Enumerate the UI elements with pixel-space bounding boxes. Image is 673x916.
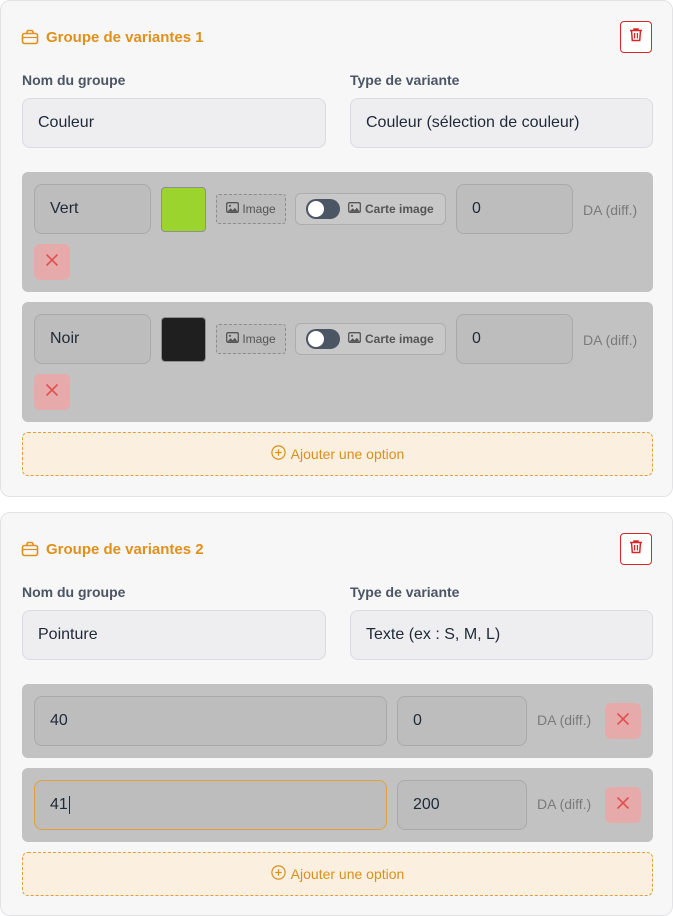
carte-image-toggle-button[interactable]: Carte image bbox=[295, 323, 446, 355]
option-name-input[interactable]: Noir bbox=[34, 314, 151, 364]
remove-option-button[interactable] bbox=[34, 374, 70, 410]
trash-icon bbox=[629, 539, 643, 559]
option-row: Vert Image Carte image 0 DA (diff.) bbox=[22, 172, 653, 292]
remove-option-button[interactable] bbox=[605, 787, 641, 823]
delete-group-button[interactable] bbox=[620, 21, 652, 53]
color-swatch[interactable] bbox=[161, 317, 206, 362]
group-name-label: Nom du groupe bbox=[22, 72, 126, 88]
close-icon bbox=[616, 712, 630, 731]
group-title-text: Groupe de variantes 2 bbox=[46, 540, 204, 558]
plus-circle-icon bbox=[270, 865, 286, 883]
toggle-switch[interactable] bbox=[306, 199, 340, 219]
close-icon bbox=[45, 253, 59, 272]
price-input[interactable]: 0 bbox=[456, 314, 573, 364]
plus-circle-icon bbox=[270, 445, 286, 463]
group-name-input[interactable]: Pointure bbox=[22, 610, 326, 660]
option-name-input[interactable]: Vert bbox=[34, 184, 151, 234]
price-input[interactable]: 200 bbox=[397, 780, 527, 830]
image-icon bbox=[348, 332, 361, 346]
group-title-text: Groupe de variantes 1 bbox=[46, 28, 204, 46]
price-input[interactable]: 0 bbox=[397, 696, 527, 746]
option-name-input[interactable]: 41 bbox=[34, 780, 387, 830]
image-icon bbox=[226, 202, 240, 216]
price-input[interactable]: 0 bbox=[456, 184, 573, 234]
option-row: 40 0 DA (diff.) bbox=[22, 684, 653, 758]
group-title: Groupe de variantes 2 bbox=[21, 539, 204, 559]
trash-icon bbox=[629, 27, 643, 47]
price-unit-label: DA (diff.) bbox=[583, 332, 638, 348]
carte-image-toggle-button[interactable]: Carte image bbox=[295, 193, 446, 225]
price-unit-label: DA (diff.) bbox=[537, 796, 592, 812]
variant-type-label: Type de variante bbox=[350, 584, 460, 600]
group-name-label: Nom du groupe bbox=[22, 584, 126, 600]
image-icon bbox=[226, 332, 240, 346]
text-caret bbox=[68, 796, 70, 814]
option-row: 41 200 DA (diff.) bbox=[22, 768, 653, 842]
group-name-input[interactable]: Couleur bbox=[22, 98, 326, 148]
color-swatch[interactable] bbox=[161, 187, 206, 232]
close-icon bbox=[45, 383, 59, 402]
delete-group-button[interactable] bbox=[620, 533, 652, 565]
toggle-switch[interactable] bbox=[306, 329, 340, 349]
remove-option-button[interactable] bbox=[34, 244, 70, 280]
close-icon bbox=[616, 796, 630, 815]
image-upload-button[interactable]: Image bbox=[216, 194, 286, 224]
remove-option-button[interactable] bbox=[605, 703, 641, 739]
variant-type-select[interactable]: Couleur (sélection de couleur) bbox=[350, 98, 653, 148]
image-icon bbox=[348, 202, 361, 216]
briefcase-icon bbox=[21, 541, 39, 557]
price-unit-label: DA (diff.) bbox=[583, 202, 638, 218]
add-option-button[interactable]: Ajouter une option bbox=[22, 432, 653, 476]
option-row: Noir Image Carte image 0 DA (diff.) bbox=[22, 302, 653, 422]
add-option-button[interactable]: Ajouter une option bbox=[22, 852, 653, 896]
variant-group-2: Groupe de variantes 2 Nom du groupe Type… bbox=[0, 512, 673, 916]
group-title: Groupe de variantes 1 bbox=[21, 27, 204, 47]
image-upload-button[interactable]: Image bbox=[216, 324, 286, 354]
variant-type-label: Type de variante bbox=[350, 72, 460, 88]
option-name-input[interactable]: 40 bbox=[34, 696, 387, 746]
briefcase-icon bbox=[21, 29, 39, 45]
variant-type-select[interactable]: Texte (ex : S, M, L) bbox=[350, 610, 653, 660]
price-unit-label: DA (diff.) bbox=[537, 712, 592, 728]
variant-group-1: Groupe de variantes 1 Nom du groupe Type… bbox=[0, 0, 673, 497]
